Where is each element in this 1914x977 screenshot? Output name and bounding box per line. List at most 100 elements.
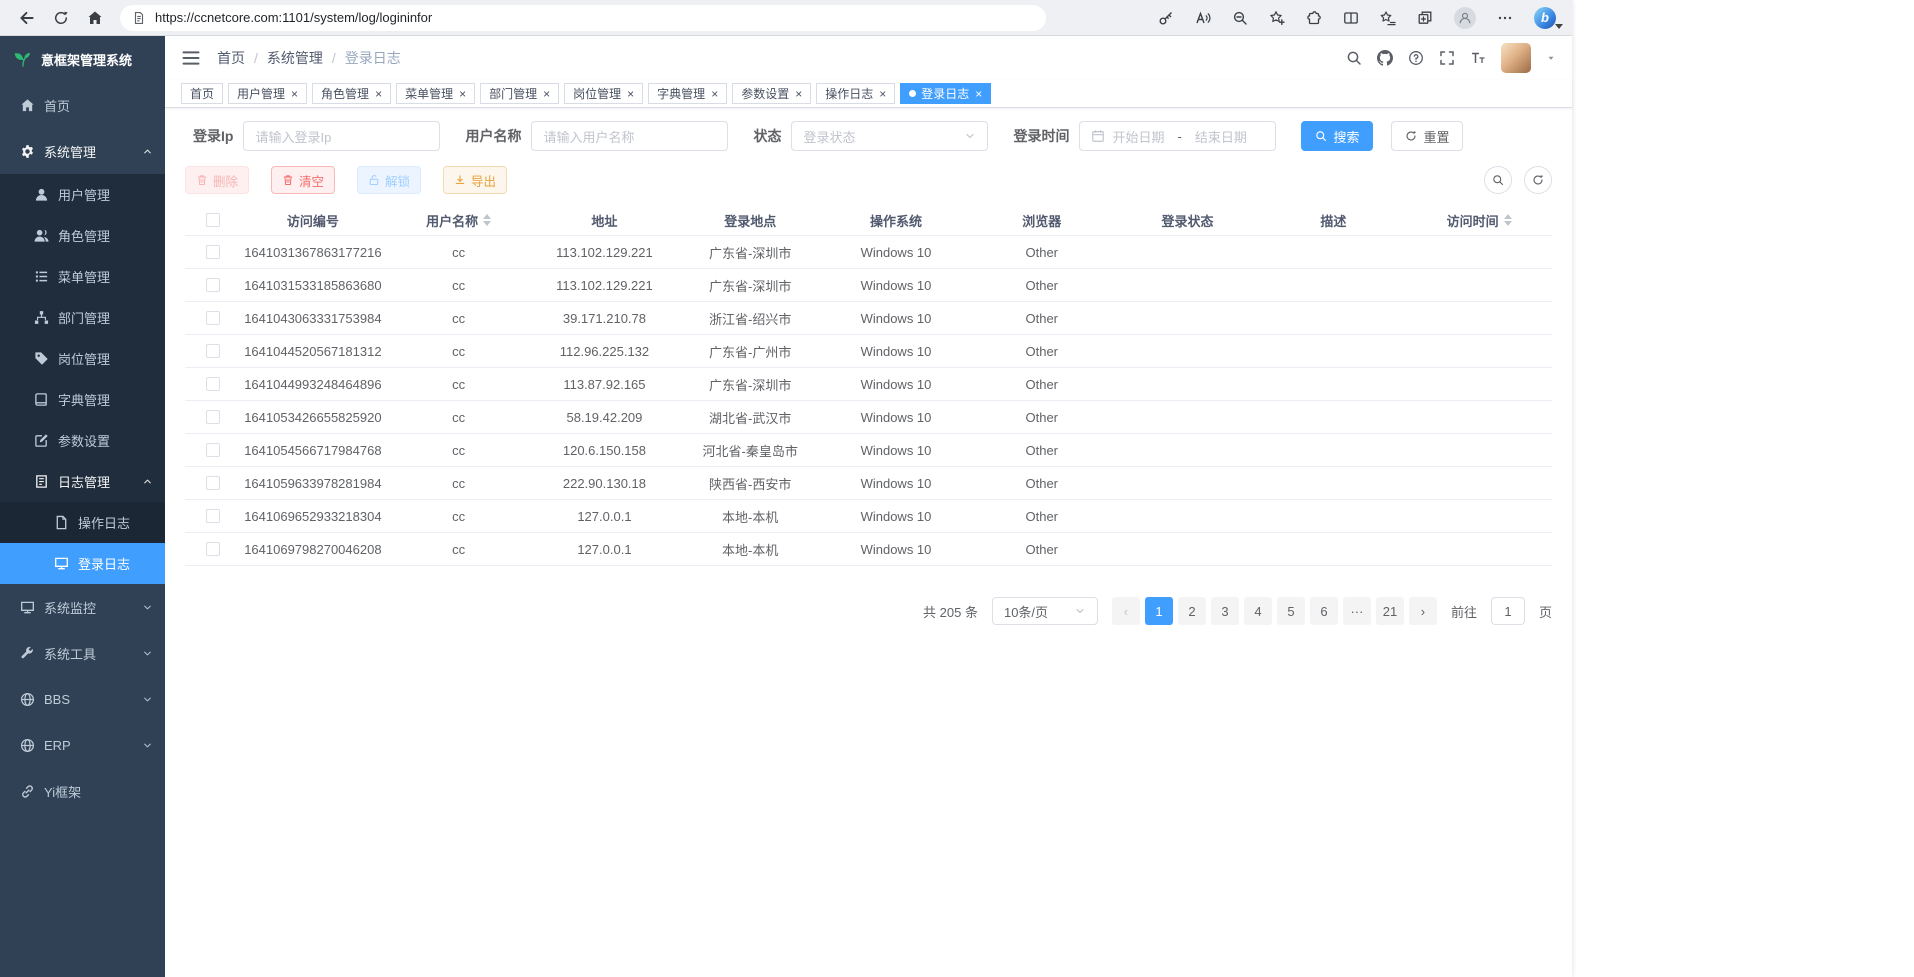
tab-close-icon[interactable]: × xyxy=(543,88,550,100)
browser-url-bar[interactable]: https://ccnetcore.com:1101/system/log/lo… xyxy=(120,5,1046,31)
user-avatar[interactable] xyxy=(1501,43,1531,73)
column-header[interactable]: 用户名称 xyxy=(386,211,532,230)
sidebar-item-system-monitor[interactable]: 系统监控 xyxy=(0,584,165,630)
row-checkbox[interactable] xyxy=(206,311,220,325)
username-input[interactable]: 请输入用户名称 xyxy=(531,121,728,151)
row-checkbox[interactable] xyxy=(206,476,220,490)
row-checkbox[interactable] xyxy=(206,410,220,424)
header-search-icon[interactable] xyxy=(1346,50,1362,66)
browser-refresh-button[interactable] xyxy=(44,4,78,32)
login-ip-input[interactable]: 请输入登录Ip xyxy=(243,121,440,151)
sidebar-item-role-management[interactable]: 角色管理 xyxy=(0,215,165,256)
tab-close-icon[interactable]: × xyxy=(627,88,634,100)
tab-home[interactable]: 首页 xyxy=(181,83,223,104)
zoom-out-icon[interactable] xyxy=(1232,10,1248,26)
next-page-button[interactable]: › xyxy=(1409,597,1437,625)
sidebar-item-user-management[interactable]: 用户管理 xyxy=(0,174,165,215)
page-button-4[interactable]: 4 xyxy=(1244,597,1272,625)
tab-dept-management[interactable]: 部门管理× xyxy=(480,83,559,104)
sidebar-item-home[interactable]: 首页 xyxy=(0,82,165,128)
row-checkbox[interactable] xyxy=(206,509,220,523)
sidebar-item-dept-management[interactable]: 部门管理 xyxy=(0,297,165,338)
tab-close-icon[interactable]: × xyxy=(795,88,802,100)
favorites-add-icon[interactable] xyxy=(1269,10,1285,26)
sidebar-item-login-log[interactable]: 登录日志 xyxy=(0,543,165,584)
github-icon[interactable] xyxy=(1377,50,1393,66)
row-checkbox[interactable] xyxy=(206,377,220,391)
extensions-icon[interactable] xyxy=(1306,10,1322,26)
tab-close-icon[interactable]: × xyxy=(879,88,886,100)
search-button[interactable]: 搜索 xyxy=(1301,121,1373,151)
export-button[interactable]: 导出 xyxy=(443,166,507,194)
select-all-checkbox[interactable] xyxy=(206,213,220,227)
row-checkbox[interactable] xyxy=(206,542,220,556)
column-header[interactable]: 访问时间 xyxy=(1406,211,1552,230)
sidebar-item-system-management[interactable]: 系统管理 xyxy=(0,128,165,174)
tab-login-log[interactable]: 登录日志× xyxy=(900,83,991,104)
toggle-search-button[interactable] xyxy=(1484,166,1512,194)
collections-icon[interactable] xyxy=(1417,10,1433,26)
fullscreen-icon[interactable] xyxy=(1439,50,1455,66)
unlock-button[interactable]: 解锁 xyxy=(357,166,421,194)
browser-back-button[interactable] xyxy=(10,4,44,32)
prev-page-button[interactable]: ‹ xyxy=(1112,597,1140,625)
sidebar-item-menu-management[interactable]: 菜单管理 xyxy=(0,256,165,297)
tab-close-icon[interactable]: × xyxy=(711,88,718,100)
breadcrumb-item-home[interactable]: 首页 xyxy=(217,48,245,68)
browser-profile-icon[interactable] xyxy=(1454,7,1476,29)
browser-home-button[interactable] xyxy=(78,4,112,32)
font-size-icon[interactable] xyxy=(1470,50,1486,66)
site-info-icon[interactable] xyxy=(132,11,146,25)
sort-carets-icon[interactable] xyxy=(1504,214,1512,226)
date-range-picker[interactable]: 开始日期 - 结束日期 xyxy=(1079,121,1276,151)
page-button-5[interactable]: 5 xyxy=(1277,597,1305,625)
sidebar-item-yi-framework[interactable]: Yi框架 xyxy=(0,768,165,814)
favorites-icon[interactable] xyxy=(1380,10,1396,26)
tab-operation-log[interactable]: 操作日志× xyxy=(816,83,895,104)
page-size-select[interactable]: 10条/页 xyxy=(992,597,1098,625)
tab-user-management[interactable]: 用户管理× xyxy=(228,83,307,104)
sidebar-item-post-management[interactable]: 岗位管理 xyxy=(0,338,165,379)
hamburger-icon[interactable] xyxy=(181,48,201,68)
tab-role-management[interactable]: 角色管理× xyxy=(312,83,391,104)
sidebar-item-erp[interactable]: ERP xyxy=(0,722,165,768)
page-button-6[interactable]: 6 xyxy=(1310,597,1338,625)
row-checkbox[interactable] xyxy=(206,344,220,358)
clear-button[interactable]: 清空 xyxy=(271,166,335,194)
tab-param-settings[interactable]: 参数设置× xyxy=(732,83,811,104)
sidebar-item-dict-management[interactable]: 字典管理 xyxy=(0,379,165,420)
page-button-21[interactable]: 21 xyxy=(1376,597,1404,625)
bing-copilot-icon[interactable]: b xyxy=(1534,7,1556,29)
read-aloud-icon[interactable] xyxy=(1195,10,1211,26)
delete-button[interactable]: 删除 xyxy=(185,166,249,194)
tab-dict-management[interactable]: 字典管理× xyxy=(648,83,727,104)
sidebar-item-system-tools[interactable]: 系统工具 xyxy=(0,630,165,676)
row-checkbox[interactable] xyxy=(206,278,220,292)
breadcrumb-item-system[interactable]: 系统管理 xyxy=(267,48,323,68)
status-select[interactable]: 登录状态 xyxy=(791,121,988,151)
key-icon[interactable] xyxy=(1158,10,1174,26)
sort-carets-icon[interactable] xyxy=(483,214,491,226)
sidebar-item-param-settings[interactable]: 参数设置 xyxy=(0,420,165,461)
tab-close-icon[interactable]: × xyxy=(975,88,982,100)
tab-close-icon[interactable]: × xyxy=(375,88,382,100)
sidebar-item-bbs[interactable]: BBS xyxy=(0,676,165,722)
tab-close-icon[interactable]: × xyxy=(291,88,298,100)
tab-close-icon[interactable]: × xyxy=(459,88,466,100)
tab-menu-management[interactable]: 菜单管理× xyxy=(396,83,475,104)
tab-post-management[interactable]: 岗位管理× xyxy=(564,83,643,104)
page-button-1[interactable]: 1 xyxy=(1145,597,1173,625)
help-icon[interactable] xyxy=(1408,50,1424,66)
settings-more-icon[interactable] xyxy=(1497,10,1513,26)
row-checkbox[interactable] xyxy=(206,443,220,457)
split-screen-icon[interactable] xyxy=(1343,10,1359,26)
row-checkbox[interactable] xyxy=(206,245,220,259)
page-button-2[interactable]: 2 xyxy=(1178,597,1206,625)
page-button-3[interactable]: 3 xyxy=(1211,597,1239,625)
sidebar-item-log-management[interactable]: 日志管理 xyxy=(0,461,165,502)
goto-page-input[interactable] xyxy=(1491,597,1525,625)
avatar-caret-icon[interactable] xyxy=(1546,53,1556,63)
refresh-table-button[interactable] xyxy=(1524,166,1552,194)
more-pages-button[interactable]: ··· xyxy=(1343,597,1371,625)
sidebar-item-operation-log[interactable]: 操作日志 xyxy=(0,502,165,543)
